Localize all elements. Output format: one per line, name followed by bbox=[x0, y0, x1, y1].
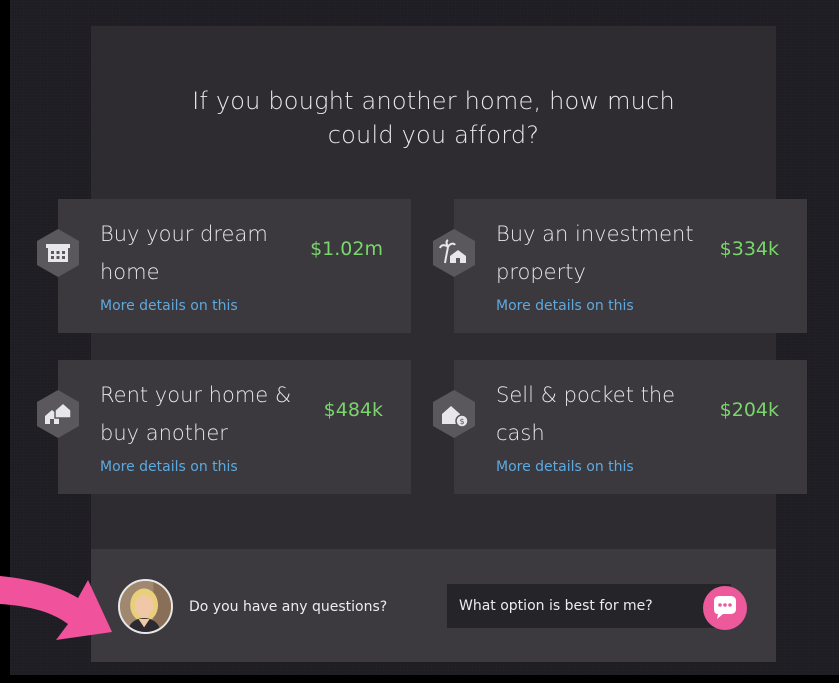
option-value: $334k bbox=[719, 238, 779, 260]
building-icon bbox=[37, 229, 79, 277]
pointer-arrow-icon bbox=[0, 576, 112, 640]
house-money-icon: $ bbox=[433, 390, 475, 438]
ask-question-box[interactable]: What option is best for me? bbox=[447, 584, 731, 628]
page-title-line-2: could you afford? bbox=[327, 121, 540, 149]
help-footer: Do you have any questions? What option i… bbox=[91, 549, 776, 662]
option-card-dream-home[interactable]: Buy your dream home $1.02m More details … bbox=[37, 199, 411, 333]
option-title-line-1: Buy an investment bbox=[496, 222, 694, 246]
palm-house-icon bbox=[433, 229, 475, 277]
page-title: If you bought another home, how much cou… bbox=[91, 84, 776, 152]
option-card-sell-and-pocket[interactable]: $ Sell & pocket the cash $204k More deta… bbox=[433, 360, 807, 494]
option-card-rent-and-buy[interactable]: Rent your home & buy another $484k More … bbox=[37, 360, 411, 494]
page-edge-bottom bbox=[0, 675, 839, 683]
option-title: Buy your dream home bbox=[100, 215, 320, 291]
option-value: $1.02m bbox=[310, 238, 383, 260]
option-title-line-2: property bbox=[496, 260, 586, 284]
more-details-link[interactable]: More details on this bbox=[496, 296, 634, 316]
option-title-line-2: buy another bbox=[100, 421, 228, 445]
more-details-link[interactable]: More details on this bbox=[496, 457, 634, 477]
option-card-investment-property[interactable]: Buy an investment property $334k More de… bbox=[433, 199, 807, 333]
option-title-line-1: Buy your dream bbox=[100, 222, 268, 246]
option-title-line-2: cash bbox=[496, 421, 545, 445]
option-value: $204k bbox=[719, 399, 779, 421]
affordability-panel: If you bought another home, how much cou… bbox=[37, 26, 807, 662]
option-title: Rent your home & buy another bbox=[100, 376, 320, 452]
page-title-line-1: If you bought another home, how much bbox=[192, 87, 675, 115]
option-title: Buy an investment property bbox=[496, 215, 716, 291]
ask-question-text: What option is best for me? bbox=[459, 598, 653, 614]
option-title-line-2: home bbox=[100, 260, 160, 284]
svg-text:$: $ bbox=[459, 417, 464, 426]
chat-button[interactable] bbox=[703, 586, 747, 630]
option-title-line-1: Rent your home & bbox=[100, 383, 292, 407]
option-title-line-1: Sell & pocket the bbox=[496, 383, 676, 407]
more-details-link[interactable]: More details on this bbox=[100, 457, 238, 477]
option-value: $484k bbox=[323, 399, 383, 421]
question-text: Do you have any questions? bbox=[189, 599, 388, 615]
two-houses-icon bbox=[37, 390, 79, 438]
chat-bubble-icon bbox=[714, 596, 736, 619]
option-title: Sell & pocket the cash bbox=[496, 376, 716, 452]
more-details-link[interactable]: More details on this bbox=[100, 296, 238, 316]
